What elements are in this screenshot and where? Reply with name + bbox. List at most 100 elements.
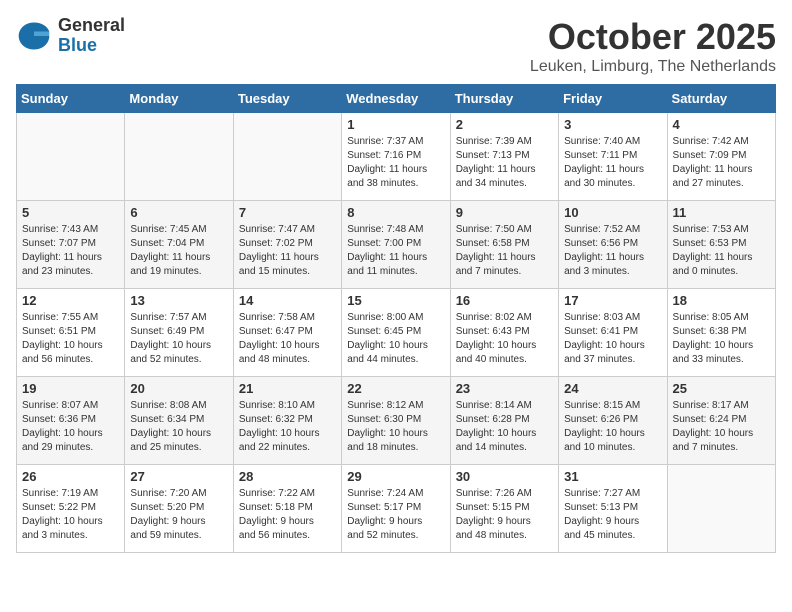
day-number: 4 [673, 117, 770, 132]
calendar-cell: 14Sunrise: 7:58 AM Sunset: 6:47 PM Dayli… [233, 289, 341, 377]
day-info: Sunrise: 7:19 AM Sunset: 5:22 PM Dayligh… [22, 487, 119, 543]
calendar-cell: 6Sunrise: 7:45 AM Sunset: 7:04 PM Daylig… [125, 201, 233, 289]
calendar-cell: 31Sunrise: 7:27 AM Sunset: 5:13 PM Dayli… [559, 465, 667, 553]
location: Leuken, Limburg, The Netherlands [530, 58, 776, 76]
day-number: 7 [239, 205, 336, 220]
week-row-1: 1 Sunrise: 7:37 AM Sunset: 7:16 PM Daylig… [17, 113, 776, 201]
day-info: Sunrise: 7:43 AM Sunset: 7:07 PM Dayligh… [22, 223, 119, 279]
day-number: 5 [22, 205, 119, 220]
day-info: Sunrise: 8:03 AM Sunset: 6:41 PM Dayligh… [564, 311, 661, 367]
calendar-cell: 22Sunrise: 8:12 AM Sunset: 6:30 PM Dayli… [342, 377, 450, 465]
day-number: 29 [347, 469, 444, 484]
calendar-cell: 29Sunrise: 7:24 AM Sunset: 5:17 PM Dayli… [342, 465, 450, 553]
calendar-cell: 2 Sunrise: 7:39 AM Sunset: 7:13 PM Daylig… [450, 113, 558, 201]
calendar-cell [667, 465, 775, 553]
calendar-cell: 16Sunrise: 8:02 AM Sunset: 6:43 PM Dayli… [450, 289, 558, 377]
day-number: 14 [239, 293, 336, 308]
day-info: Sunrise: 7:53 AM Sunset: 6:53 PM Dayligh… [673, 223, 770, 279]
logo-general: General [58, 16, 125, 36]
calendar-cell: 18 Sunrise: 8:05 AM Sunset: 6:38 PM Dayli… [667, 289, 775, 377]
day-info: Sunrise: 7:55 AM Sunset: 6:51 PM Dayligh… [22, 311, 119, 367]
week-row-5: 26 Sunrise: 7:19 AM Sunset: 5:22 PM Dayli… [17, 465, 776, 553]
weekday-header-thursday: Thursday [450, 85, 558, 113]
day-number: 24 [564, 381, 661, 396]
logo-blue: Blue [58, 36, 125, 56]
calendar-cell: 20 Sunrise: 8:08 AM Sunset: 6:34 PM Dayli… [125, 377, 233, 465]
calendar-cell: 1 Sunrise: 7:37 AM Sunset: 7:16 PM Daylig… [342, 113, 450, 201]
day-number: 26 [22, 469, 119, 484]
day-info: Sunrise: 7:37 AM Sunset: 7:16 PM Dayligh… [347, 135, 444, 191]
day-info: Sunrise: 7:50 AM Sunset: 6:58 PM Dayligh… [456, 223, 553, 279]
day-info: Sunrise: 8:17 AM Sunset: 6:24 PM Dayligh… [673, 399, 770, 455]
day-number: 8 [347, 205, 444, 220]
calendar-cell: 26 Sunrise: 7:19 AM Sunset: 5:22 PM Dayli… [17, 465, 125, 553]
title-area: October 2025 Leuken, Limburg, The Nether… [530, 16, 776, 76]
calendar-cell: 13 Sunrise: 7:57 AM Sunset: 6:49 PM Dayli… [125, 289, 233, 377]
day-number: 10 [564, 205, 661, 220]
calendar-cell: 28Sunrise: 7:22 AM Sunset: 5:18 PM Dayli… [233, 465, 341, 553]
day-info: Sunrise: 8:08 AM Sunset: 6:34 PM Dayligh… [130, 399, 227, 455]
day-info: Sunrise: 7:39 AM Sunset: 7:13 PM Dayligh… [456, 135, 553, 191]
day-number: 2 [456, 117, 553, 132]
day-number: 22 [347, 381, 444, 396]
day-number: 9 [456, 205, 553, 220]
day-info: Sunrise: 7:26 AM Sunset: 5:15 PM Dayligh… [456, 487, 553, 543]
calendar-cell: 30 Sunrise: 7:26 AM Sunset: 5:15 PM Dayli… [450, 465, 558, 553]
calendar-cell: 7 Sunrise: 7:47 AM Sunset: 7:02 PM Daylig… [233, 201, 341, 289]
calendar-cell: 9 Sunrise: 7:50 AM Sunset: 6:58 PM Daylig… [450, 201, 558, 289]
header: General Blue October 2025 Leuken, Limbur… [16, 16, 776, 76]
day-info: Sunrise: 8:00 AM Sunset: 6:45 PM Dayligh… [347, 311, 444, 367]
calendar-cell: 8 Sunrise: 7:48 AM Sunset: 7:00 PM Daylig… [342, 201, 450, 289]
calendar-cell: 24Sunrise: 8:15 AM Sunset: 6:26 PM Dayli… [559, 377, 667, 465]
day-info: Sunrise: 7:42 AM Sunset: 7:09 PM Dayligh… [673, 135, 770, 191]
day-number: 30 [456, 469, 553, 484]
day-number: 18 [673, 293, 770, 308]
day-number: 20 [130, 381, 227, 396]
calendar-cell: 19Sunrise: 8:07 AM Sunset: 6:36 PM Dayli… [17, 377, 125, 465]
day-info: Sunrise: 8:10 AM Sunset: 6:32 PM Dayligh… [239, 399, 336, 455]
day-number: 21 [239, 381, 336, 396]
general-blue-logo-icon [16, 18, 52, 54]
calendar-cell: 21 Sunrise: 8:10 AM Sunset: 6:32 PM Dayli… [233, 377, 341, 465]
day-number: 1 [347, 117, 444, 132]
day-number: 23 [456, 381, 553, 396]
day-number: 19 [22, 381, 119, 396]
weekday-header-wednesday: Wednesday [342, 85, 450, 113]
day-number: 17 [564, 293, 661, 308]
calendar-cell: 25 Sunrise: 8:17 AM Sunset: 6:24 PM Dayli… [667, 377, 775, 465]
calendar-cell [17, 113, 125, 201]
calendar-cell: 3Sunrise: 7:40 AM Sunset: 7:11 PM Daylig… [559, 113, 667, 201]
day-number: 13 [130, 293, 227, 308]
day-info: Sunrise: 7:22 AM Sunset: 5:18 PM Dayligh… [239, 487, 336, 543]
weekday-header-friday: Friday [559, 85, 667, 113]
day-number: 3 [564, 117, 661, 132]
calendar-cell [125, 113, 233, 201]
week-row-3: 12 Sunrise: 7:55 AM Sunset: 6:51 PM Dayli… [17, 289, 776, 377]
day-number: 31 [564, 469, 661, 484]
day-number: 25 [673, 381, 770, 396]
month-title: October 2025 [530, 16, 776, 58]
day-number: 12 [22, 293, 119, 308]
day-number: 11 [673, 205, 770, 220]
week-row-4: 19Sunrise: 8:07 AM Sunset: 6:36 PM Dayli… [17, 377, 776, 465]
calendar-cell: 23Sunrise: 8:14 AM Sunset: 6:28 PM Dayli… [450, 377, 558, 465]
day-number: 15 [347, 293, 444, 308]
day-info: Sunrise: 7:52 AM Sunset: 6:56 PM Dayligh… [564, 223, 661, 279]
day-number: 6 [130, 205, 227, 220]
calendar-cell: 15 Sunrise: 8:00 AM Sunset: 6:45 PM Dayli… [342, 289, 450, 377]
day-info: Sunrise: 7:20 AM Sunset: 5:20 PM Dayligh… [130, 487, 227, 543]
day-info: Sunrise: 7:57 AM Sunset: 6:49 PM Dayligh… [130, 311, 227, 367]
week-row-2: 5 Sunrise: 7:43 AM Sunset: 7:07 PM Daylig… [17, 201, 776, 289]
weekday-header-sunday: Sunday [17, 85, 125, 113]
day-info: Sunrise: 8:05 AM Sunset: 6:38 PM Dayligh… [673, 311, 770, 367]
weekday-header-saturday: Saturday [667, 85, 775, 113]
logo-text: General Blue [58, 16, 125, 56]
day-info: Sunrise: 7:47 AM Sunset: 7:02 PM Dayligh… [239, 223, 336, 279]
calendar-cell: 10 Sunrise: 7:52 AM Sunset: 6:56 PM Dayli… [559, 201, 667, 289]
day-info: Sunrise: 8:02 AM Sunset: 6:43 PM Dayligh… [456, 311, 553, 367]
day-number: 27 [130, 469, 227, 484]
day-info: Sunrise: 7:48 AM Sunset: 7:00 PM Dayligh… [347, 223, 444, 279]
calendar-cell [233, 113, 341, 201]
logo: General Blue [16, 16, 125, 56]
calendar-cell: 11 Sunrise: 7:53 AM Sunset: 6:53 PM Dayli… [667, 201, 775, 289]
